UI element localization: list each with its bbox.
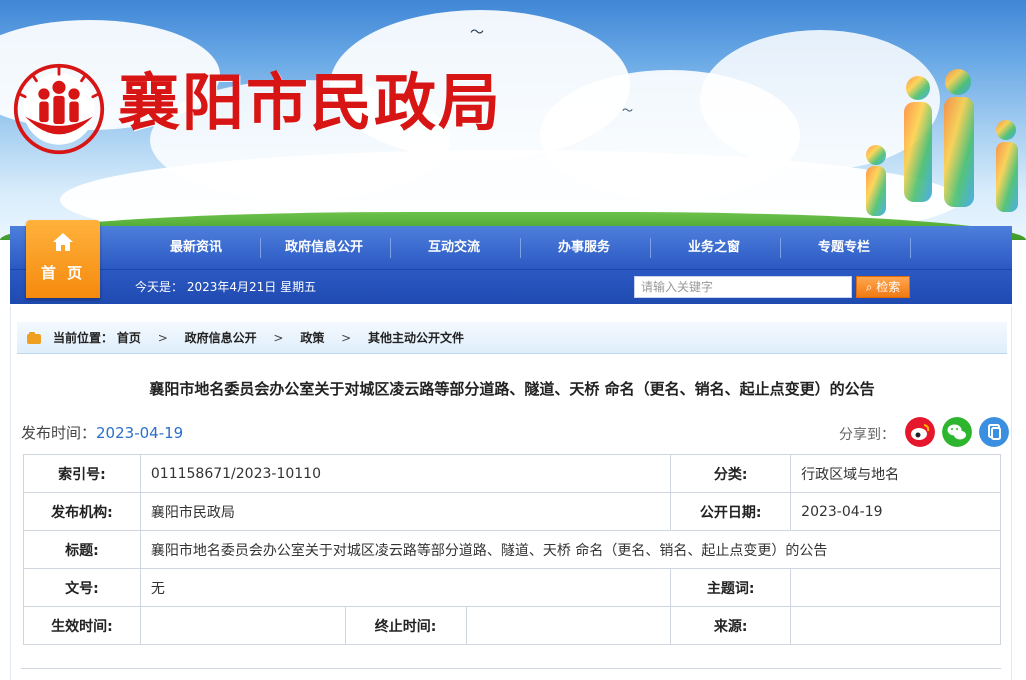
nav-item-business[interactable]: 业务之窗 — [654, 226, 774, 270]
category-key: 分类: — [670, 454, 792, 493]
family-silhouette-illustration — [866, 69, 1018, 216]
meta-row: 发布时间：2023-04-19 分享到： — [21, 417, 1009, 447]
nav-divider — [910, 238, 911, 258]
table-row: 标题: 襄阳市地名委员会办公室关于对城区凌云路等部分道路、隧道、天桥 命名（更名… — [23, 530, 1002, 569]
org-value: 襄阳市民政局 — [139, 492, 672, 531]
topic-key: 主题词: — [670, 568, 792, 607]
header-banner: 〜 〜 襄阳市民政局 — [0, 0, 1026, 240]
effective-time-value — [139, 606, 346, 645]
location-icon — [27, 332, 41, 344]
search-input[interactable] — [634, 276, 852, 298]
breadcrumb-gov-info[interactable]: 政府信息公开 — [185, 331, 257, 345]
breadcrumb-label: 当前位置： — [53, 331, 114, 345]
nav-divider — [780, 238, 781, 258]
nav-item-interaction[interactable]: 互动交流 — [394, 226, 514, 270]
doc-number-value: 无 — [139, 568, 672, 607]
nav-divider — [520, 238, 521, 258]
breadcrumb-policy[interactable]: 政策 — [300, 331, 324, 345]
breadcrumb: 当前位置： 首页 > 政府信息公开 > 政策 > 其他主动公开文件 — [17, 322, 1007, 354]
bird-icon: 〜 — [622, 104, 633, 117]
index-value: 011158671/2023-10110 — [139, 454, 672, 493]
share-label: 分享到： — [839, 427, 895, 443]
table-row: 文号: 无 主题词: — [23, 568, 1001, 607]
title-key: 标题: — [23, 530, 141, 569]
info-table: 索引号: 011158671/2023-10110 分类: 行政区域与地名 发布… — [23, 454, 1002, 645]
source-key: 来源: — [670, 606, 792, 645]
weibo-icon[interactable] — [905, 417, 935, 447]
publish-date-value: 2023-04-19 — [790, 492, 1001, 531]
nav-divider — [390, 238, 391, 258]
doc-number-key: 文号: — [23, 568, 141, 607]
sub-bar: 今天是： 2023年4月21日 星期五 ⌕ 检索 — [10, 270, 1012, 304]
source-value — [790, 606, 1001, 645]
article-content: 当前位置： 首页 > 政府信息公开 > 政策 > 其他主动公开文件 襄阳市地名委… — [10, 306, 1012, 680]
nav-divider — [650, 238, 651, 258]
topic-value — [790, 568, 1001, 607]
breadcrumb-home[interactable]: 首页 — [117, 331, 141, 345]
civil-affairs-logo — [13, 63, 105, 155]
search-button[interactable]: ⌕ 检索 — [856, 276, 910, 298]
nav-item-latest-news[interactable]: 最新资讯 — [136, 226, 256, 270]
index-key: 索引号: — [23, 454, 141, 493]
title-value: 襄阳市地名委员会办公室关于对城区凌云路等部分道路、隧道、天桥 命名（更名、销名、… — [139, 530, 1002, 569]
nav-item-gov-info[interactable]: 政府信息公开 — [264, 226, 384, 270]
publish-date-key: 公开日期: — [670, 492, 792, 531]
nav-item-services[interactable]: 办事服务 — [524, 226, 644, 270]
wechat-icon[interactable] — [942, 417, 972, 447]
table-row: 发布机构: 襄阳市民政局 公开日期: 2023-04-19 — [23, 492, 1001, 531]
table-row: 生效时间: 终止时间: 来源: — [23, 606, 1001, 645]
org-key: 发布机构: — [23, 492, 141, 531]
home-label: 首 页 — [40, 264, 86, 282]
end-time-value — [465, 606, 672, 645]
bird-icon: 〜 — [470, 25, 484, 41]
copy-icon[interactable] — [979, 417, 1009, 447]
nav-divider — [260, 238, 261, 258]
category-value: 行政区域与地名 — [790, 454, 1001, 493]
breadcrumb-current[interactable]: 其他主动公开文件 — [368, 331, 464, 345]
end-time-key: 终止时间: — [344, 606, 467, 645]
home-icon — [53, 233, 73, 251]
site-title: 襄阳市民政局 — [118, 66, 503, 139]
home-tab[interactable]: 首 页 — [26, 220, 100, 298]
publish-label: 发布时间： — [21, 424, 97, 442]
search-button-label: 检索 — [876, 280, 901, 294]
main-nav: 最新资讯 政府信息公开 互动交流 办事服务 业务之窗 专题专栏 — [10, 226, 1012, 270]
effective-time-key: 生效时间: — [23, 606, 141, 645]
divider — [21, 668, 1001, 669]
search-icon: ⌕ — [865, 280, 873, 294]
publish-date: 2023-04-19 — [96, 424, 184, 442]
table-row: 索引号: 011158671/2023-10110 分类: 行政区域与地名 — [23, 454, 1001, 493]
today-date: 今天是： 2023年4月21日 星期五 — [135, 280, 317, 294]
nav-item-special[interactable]: 专题专栏 — [784, 226, 904, 270]
article-title: 襄阳市地名委员会办公室关于对城区凌云路等部分道路、隧道、天桥 命名（更名、销名、… — [149, 380, 875, 398]
